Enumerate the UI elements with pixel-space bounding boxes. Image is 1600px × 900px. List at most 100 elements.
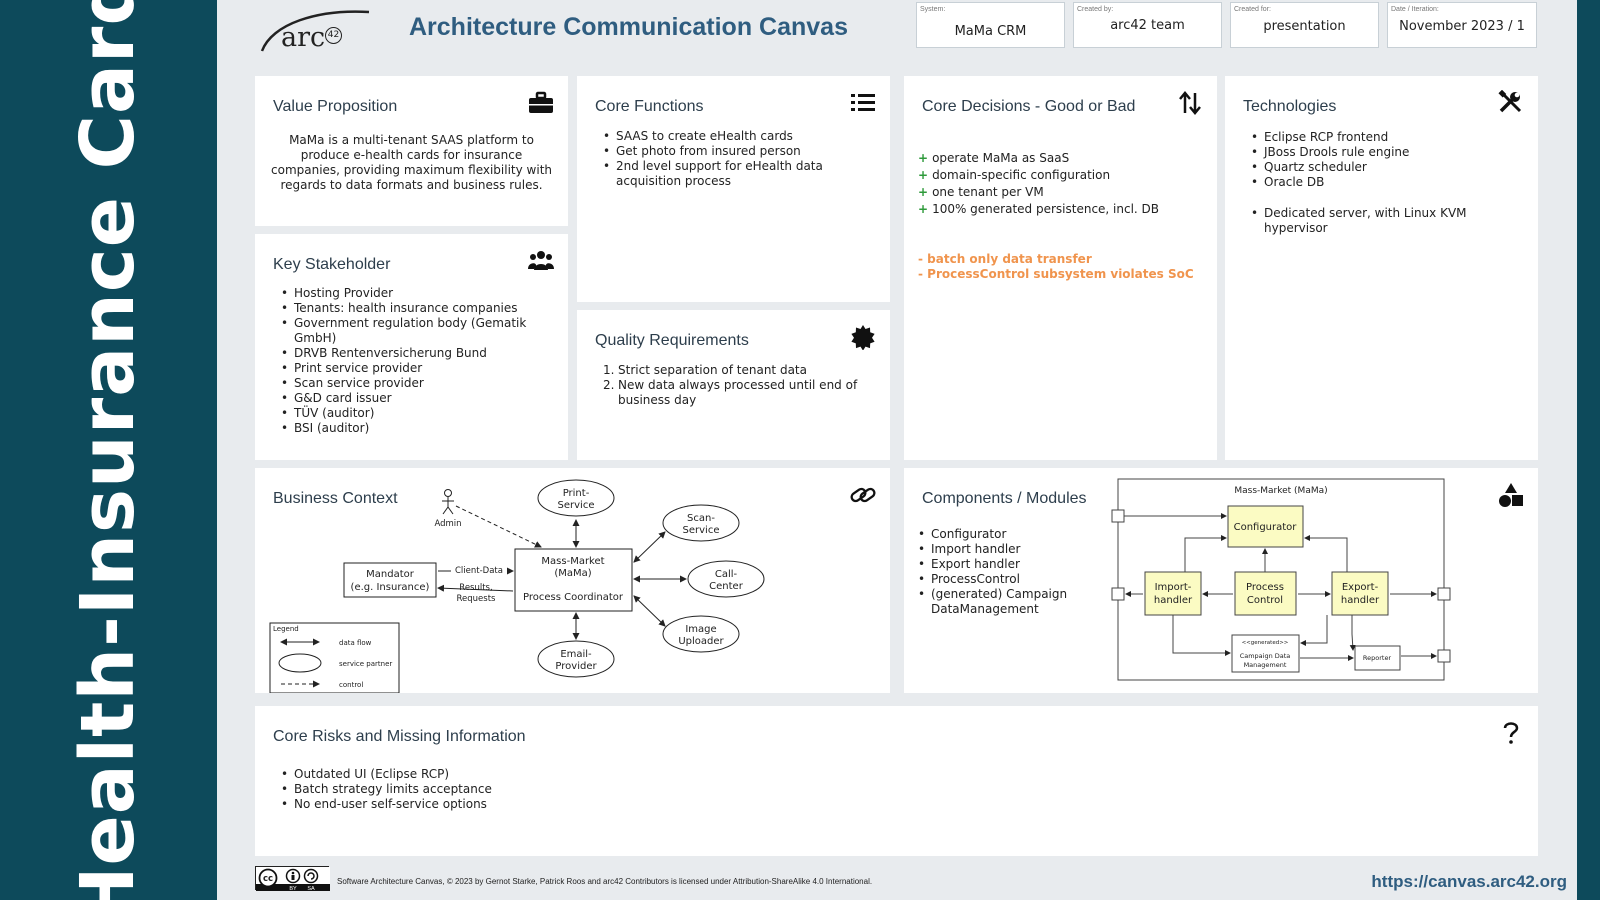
port (1437, 649, 1451, 663)
container-label: Mass-Market (MaMa) (1234, 486, 1327, 496)
meta-system[interactable]: System: MaMa CRM (916, 2, 1065, 48)
legend-data-flow: data flow (339, 639, 372, 647)
diagram-legend: Legend data flow service partner control (269, 622, 400, 693)
list-item: TÜV (auditor) (281, 406, 561, 421)
component-label: handler (1154, 595, 1193, 606)
cc-mark: cc (263, 874, 273, 884)
list-item: Scan service provider (281, 376, 561, 391)
component-label: Process (1246, 582, 1284, 593)
list-item: + one tenant per VM (918, 185, 1044, 199)
list-item: No end-user self-service options (281, 797, 681, 812)
technologies-list: Eclipse RCP frontend JBoss Drools rule e… (1251, 130, 1526, 190)
admin-actor (442, 489, 454, 515)
list-item: + domain-specific configuration (918, 168, 1111, 182)
node-label: Service (683, 525, 720, 536)
port (1111, 587, 1125, 601)
list-item: Tenants: health insurance companies (281, 301, 561, 316)
list-item: Eclipse RCP frontend (1251, 130, 1526, 145)
card-value-proposition: Value Proposition MaMa is a multi-tenant… (255, 76, 568, 226)
tools-icon (1498, 90, 1522, 113)
list-item: Batch strategy limits acceptance (281, 782, 681, 797)
component-label: Control (1247, 595, 1283, 606)
list-item: Outdated UI (Eclipse RCP) (281, 767, 681, 782)
list-item: Government regulation body (Gematik GmbH… (281, 316, 561, 346)
list-item: 1. Strict separation of tenant data (603, 363, 807, 377)
card-core-risks: Core Risks and Missing Information Outda… (255, 706, 1538, 856)
technologies-list-2: Dedicated server, with Linux KVM hypervi… (1251, 206, 1501, 236)
components-diagram: Mass-Market (MaMa) Configurator Import- … (1111, 478, 1451, 681)
node-label: Provider (555, 661, 597, 672)
list-item: + operate MaMa as SaaS (918, 151, 1070, 165)
up-down-arrows-icon (1179, 91, 1201, 115)
node-label: Email- (560, 649, 592, 660)
card-core-decisions: Core Decisions - Good or Bad + operate Ma… (904, 76, 1217, 460)
list-item: JBoss Drools rule engine (1251, 145, 1526, 160)
meta-value: MaMa CRM (954, 24, 1027, 39)
component-label: Configurator (1234, 522, 1298, 533)
node-label: Service (558, 500, 595, 511)
briefcase-icon (529, 91, 553, 113)
legend-service-partner: service partner (339, 660, 392, 668)
node-label: Print- (563, 488, 590, 499)
page-title: Architecture Communication Canvas (409, 13, 848, 41)
node-label: (MaMa) (554, 568, 591, 579)
card-title: Technologies (1243, 98, 1337, 115)
right-band (1577, 0, 1600, 900)
list-item: +100% generated persistence, incl. DB (918, 202, 1160, 216)
good-decisions-list: + operate MaMa as SaaS + domain-specific c… (918, 151, 1159, 219)
port (1437, 587, 1451, 601)
question-icon (1503, 722, 1519, 744)
card-components: Components / Modules Configurator Import… (904, 468, 1538, 693)
component-label: Export- (1342, 582, 1379, 593)
cc-sa: SA (307, 886, 315, 891)
side-band: Health-Insurance Card (0, 0, 217, 900)
cc-by: BY (289, 886, 297, 891)
meta-label: Created for: (1234, 6, 1271, 13)
list-item: Dedicated server, with Linux KVM hypervi… (1251, 206, 1501, 236)
export-handler-component (1331, 571, 1389, 616)
card-title: Core Functions (595, 98, 704, 115)
list-icon (851, 94, 875, 111)
risks-list: Outdated UI (Eclipse RCP) Batch strategy… (281, 767, 681, 812)
list-item: SAAS to create eHealth cards (603, 129, 873, 144)
logo-text: arc (281, 22, 326, 53)
list-item: Print service provider (281, 361, 561, 376)
bad-decision: - ProcessControl subsystem violates SoC (918, 267, 1194, 281)
component-label: handler (1341, 595, 1380, 606)
rosette-icon (851, 325, 875, 350)
cc-license-badge[interactable]: cc BY SA (255, 866, 330, 892)
node-label: Call- (715, 569, 738, 580)
node-label: Mass-Market (541, 556, 604, 567)
meta-value: presentation (1263, 19, 1346, 34)
port (1111, 509, 1125, 523)
list-item: Oracle DB (1251, 175, 1526, 190)
value-proposition-text: MaMa is a multi-tenant SAAS platform to … (271, 133, 552, 192)
list-item: 2. New data always processed until end of… (603, 378, 858, 407)
card-key-stakeholder: Key Stakeholder Hosting Provider Tenants… (255, 234, 568, 460)
component-stereotype: <<generated>> (1242, 640, 1289, 646)
edge-label: Client-Data (455, 566, 503, 576)
meta-created-for[interactable]: Created for: presentation (1230, 2, 1379, 48)
core-functions-list: SAAS to create eHealth cards Get photo f… (603, 129, 873, 189)
node-label: Mandator (366, 569, 415, 580)
legend-control: control (339, 681, 363, 689)
quality-list: 1. Strict separation of tenant data 2. New… (603, 363, 878, 408)
card-title: Quality Requirements (595, 332, 749, 349)
meta-date[interactable]: Date / Iteration: November 2023 / 1 (1387, 2, 1537, 48)
canvas-area: arc 42 Architecture Communication Canvas… (217, 0, 1577, 900)
card-title: Value Proposition (273, 98, 398, 115)
process-control-component (1234, 571, 1297, 616)
list-item: Hosting Provider (281, 286, 561, 301)
list-item: DRVB Rentenversicherung Bund (281, 346, 561, 361)
node-label: Process Coordinator (523, 592, 624, 603)
list-item: G&D card issuer (281, 391, 561, 406)
import-handler-component (1144, 571, 1202, 616)
arc42-logo: arc 42 (257, 4, 377, 54)
bad-decision: - batch only data transfer (918, 252, 1092, 266)
meta-created-by[interactable]: Created by: arc42 team (1073, 2, 1222, 48)
edge-label: Requests (457, 594, 497, 604)
meta-label: Created by: (1077, 6, 1114, 13)
canvas-url-link[interactable]: https://canvas.arc42.org (1371, 872, 1567, 892)
list-item: BSI (auditor) (281, 421, 561, 436)
card-title: Core Decisions - Good or Bad (922, 98, 1136, 115)
